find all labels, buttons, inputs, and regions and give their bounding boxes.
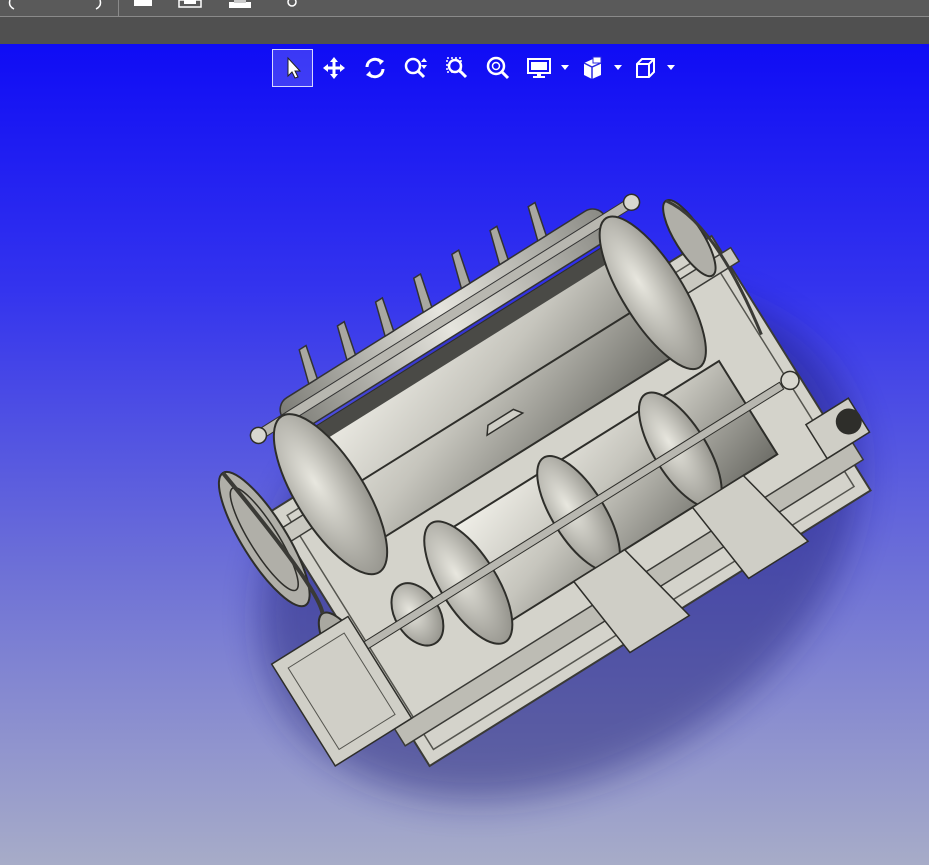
undo-icon[interactable] bbox=[6, 0, 28, 10]
chevron-down-icon bbox=[667, 65, 675, 70]
print-icon[interactable] bbox=[228, 0, 252, 10]
section-view-button[interactable] bbox=[571, 49, 612, 87]
view-toolbar bbox=[272, 48, 677, 88]
view-orientation-button[interactable] bbox=[624, 49, 665, 87]
display-style-button[interactable] bbox=[518, 49, 559, 87]
cad-model[interactable] bbox=[0, 44, 929, 865]
rotate-view-icon bbox=[365, 57, 384, 79]
zoom-to-fit-button[interactable] bbox=[477, 49, 518, 87]
zoom-in-out-icon bbox=[404, 57, 427, 79]
toolbar-separator bbox=[118, 0, 119, 16]
chevron-down-icon bbox=[614, 65, 622, 70]
new-document-icon[interactable] bbox=[132, 0, 154, 10]
zoom-window-icon bbox=[445, 57, 467, 79]
chevron-down-icon bbox=[561, 65, 569, 70]
display-style-dropdown[interactable] bbox=[559, 49, 571, 87]
view-orientation-cube-icon bbox=[635, 58, 655, 78]
section-view-icon bbox=[583, 56, 601, 79]
save-icon[interactable] bbox=[178, 0, 202, 10]
pan-move-icon bbox=[322, 57, 345, 79]
select-cursor-icon bbox=[287, 56, 301, 79]
zoom-window-button[interactable] bbox=[436, 49, 477, 87]
secondary-toolbar bbox=[0, 17, 929, 44]
main-menu-bar bbox=[0, 0, 929, 17]
zoom-in-out-button[interactable] bbox=[395, 49, 436, 87]
display-style-icon bbox=[526, 58, 551, 78]
view-orientation-dropdown[interactable] bbox=[665, 49, 677, 87]
zoom-to-fit-icon bbox=[486, 56, 509, 80]
select-tool-button[interactable] bbox=[272, 49, 313, 87]
3d-viewport[interactable] bbox=[0, 44, 929, 865]
section-view-dropdown[interactable] bbox=[612, 49, 624, 87]
redo-icon[interactable] bbox=[82, 0, 104, 10]
pan-tool-button[interactable] bbox=[313, 49, 354, 87]
rotate-tool-button[interactable] bbox=[354, 49, 395, 87]
settings-icon[interactable] bbox=[282, 0, 302, 10]
